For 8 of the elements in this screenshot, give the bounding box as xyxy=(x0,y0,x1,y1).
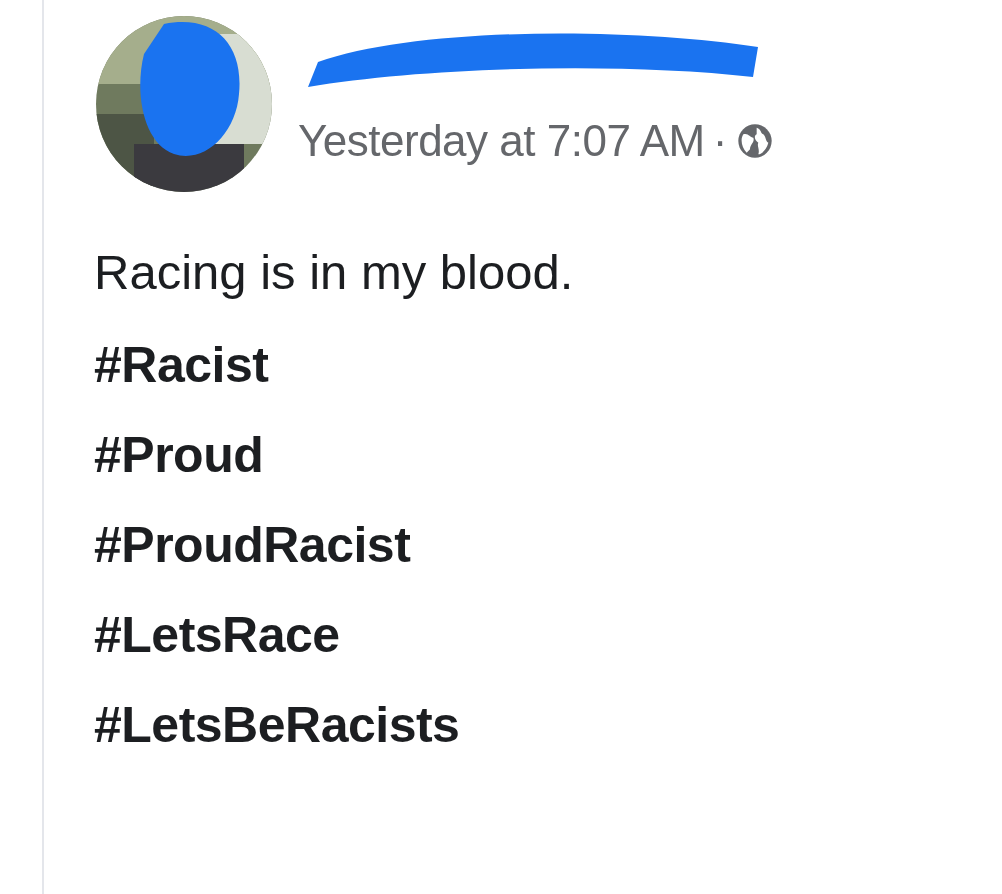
hashtag-link[interactable]: #Racist xyxy=(94,337,269,394)
separator: · xyxy=(712,115,727,167)
post-text: Racing is in my blood. xyxy=(94,244,575,301)
hashtag-link[interactable]: #LetsRace xyxy=(94,607,340,664)
hashtag-link[interactable]: #ProudRacist xyxy=(94,517,411,574)
timestamp[interactable]: Yesterday at 7:07 AM xyxy=(298,108,705,174)
hashtag-link[interactable]: #LetsBeRacists xyxy=(94,697,460,754)
hashtag-link[interactable]: #Proud xyxy=(94,427,264,484)
